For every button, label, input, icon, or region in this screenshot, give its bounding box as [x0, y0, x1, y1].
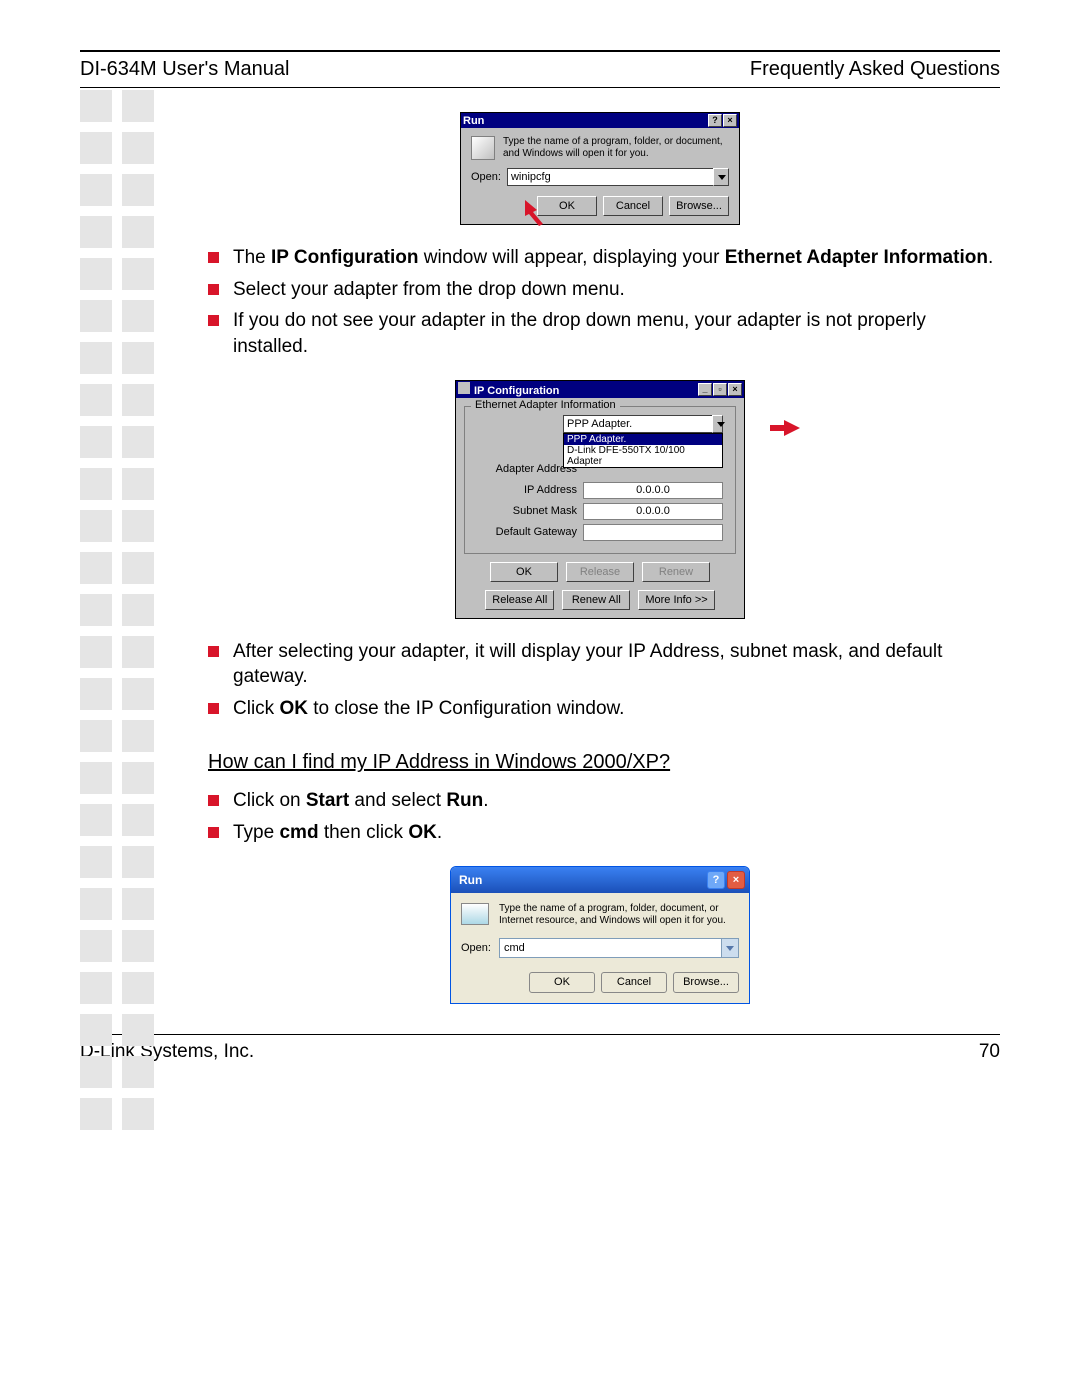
runxp-message: Type the name of a program, folder, docu…: [499, 903, 739, 928]
label-ip-address: IP Address: [473, 484, 583, 496]
adapter-select[interactable]: [563, 415, 712, 433]
close-icon[interactable]: ×: [728, 383, 742, 396]
bullet-icon: [208, 252, 219, 263]
run-icon: [471, 136, 495, 160]
restore-icon[interactable]: ▫: [713, 383, 727, 396]
ok-button[interactable]: OK: [529, 972, 595, 993]
open-label: Open:: [471, 171, 501, 183]
instruction-list-1: The IP Configuration window will appear,…: [208, 245, 1000, 360]
ok-button[interactable]: OK: [490, 562, 558, 582]
help-icon[interactable]: ?: [708, 114, 722, 127]
dropdown-option[interactable]: PPP Adapter.: [564, 434, 722, 445]
chevron-down-icon[interactable]: [713, 168, 729, 186]
section-question: How can I find my IP Address in Windows …: [208, 751, 1000, 774]
label-default-gateway: Default Gateway: [473, 526, 583, 538]
release-button[interactable]: Release: [566, 562, 634, 582]
run9x-message: Type the name of a program, folder, or d…: [503, 136, 729, 160]
pointer-arrow-icon: [770, 418, 800, 438]
open-label: Open:: [461, 942, 491, 954]
instruction-list-2: After selecting your adapter, it will di…: [208, 639, 1000, 722]
more-info-button[interactable]: More Info >>: [638, 590, 714, 610]
run-icon: [461, 903, 489, 925]
open-input[interactable]: [507, 168, 713, 186]
bullet-icon: [208, 827, 219, 838]
close-icon[interactable]: ×: [727, 871, 745, 889]
header-right: Frequently Asked Questions: [750, 58, 1000, 81]
footer-page-number: 70: [979, 1041, 1000, 1063]
open-input[interactable]: [499, 938, 722, 958]
bullet-icon: [208, 703, 219, 714]
help-icon[interactable]: ?: [707, 871, 725, 889]
bullet-icon: [208, 315, 219, 326]
instruction-list-3: Click on Start and select Run. Type cmd …: [208, 788, 1000, 845]
run9x-title: Run: [463, 115, 484, 127]
group-label: Ethernet Adapter Information: [471, 399, 620, 411]
pointer-arrow-icon: [525, 200, 555, 226]
runxp-title: Run: [459, 873, 482, 887]
value-subnet-mask: 0.0.0.0: [583, 503, 723, 520]
header-left: DI-634M User's Manual: [80, 58, 289, 81]
bullet-icon: [208, 795, 219, 806]
run-dialog-winxp: Run ? × Type the name of a program, fold…: [450, 866, 750, 1004]
bullet-icon: [208, 284, 219, 295]
ipcfg-title: IP Configuration: [474, 385, 559, 397]
label-subnet-mask: Subnet Mask: [473, 505, 583, 517]
chevron-down-icon[interactable]: [722, 938, 739, 958]
release-all-button[interactable]: Release All: [485, 590, 554, 610]
app-icon: [458, 382, 470, 394]
cancel-button[interactable]: Cancel: [601, 972, 667, 993]
close-icon[interactable]: ×: [723, 114, 737, 127]
renew-all-button[interactable]: Renew All: [562, 590, 630, 610]
renew-button[interactable]: Renew: [642, 562, 710, 582]
run-dialog-win9x: Run ? × Type the name of a program, fold…: [460, 112, 740, 225]
ip-configuration-window: IP Configuration _ ▫ × Ethernet Adapter …: [455, 380, 745, 619]
browse-button[interactable]: Browse...: [669, 196, 729, 216]
page-footer: D-Link Systems, Inc. 70: [80, 1041, 1000, 1063]
cancel-button[interactable]: Cancel: [603, 196, 663, 216]
minimize-icon[interactable]: _: [698, 383, 712, 396]
adapter-dropdown-list[interactable]: PPP Adapter. D-Link DFE-550TX 10/100 Ada…: [563, 433, 723, 468]
dropdown-option[interactable]: D-Link DFE-550TX 10/100 Adapter: [564, 445, 722, 467]
bullet-icon: [208, 646, 219, 657]
value-default-gateway: [583, 524, 723, 541]
decorative-squares: [80, 90, 154, 1130]
chevron-down-icon[interactable]: [712, 415, 723, 433]
value-ip-address: 0.0.0.0: [583, 482, 723, 499]
browse-button[interactable]: Browse...: [673, 972, 739, 993]
page-header: DI-634M User's Manual Frequently Asked Q…: [80, 58, 1000, 81]
